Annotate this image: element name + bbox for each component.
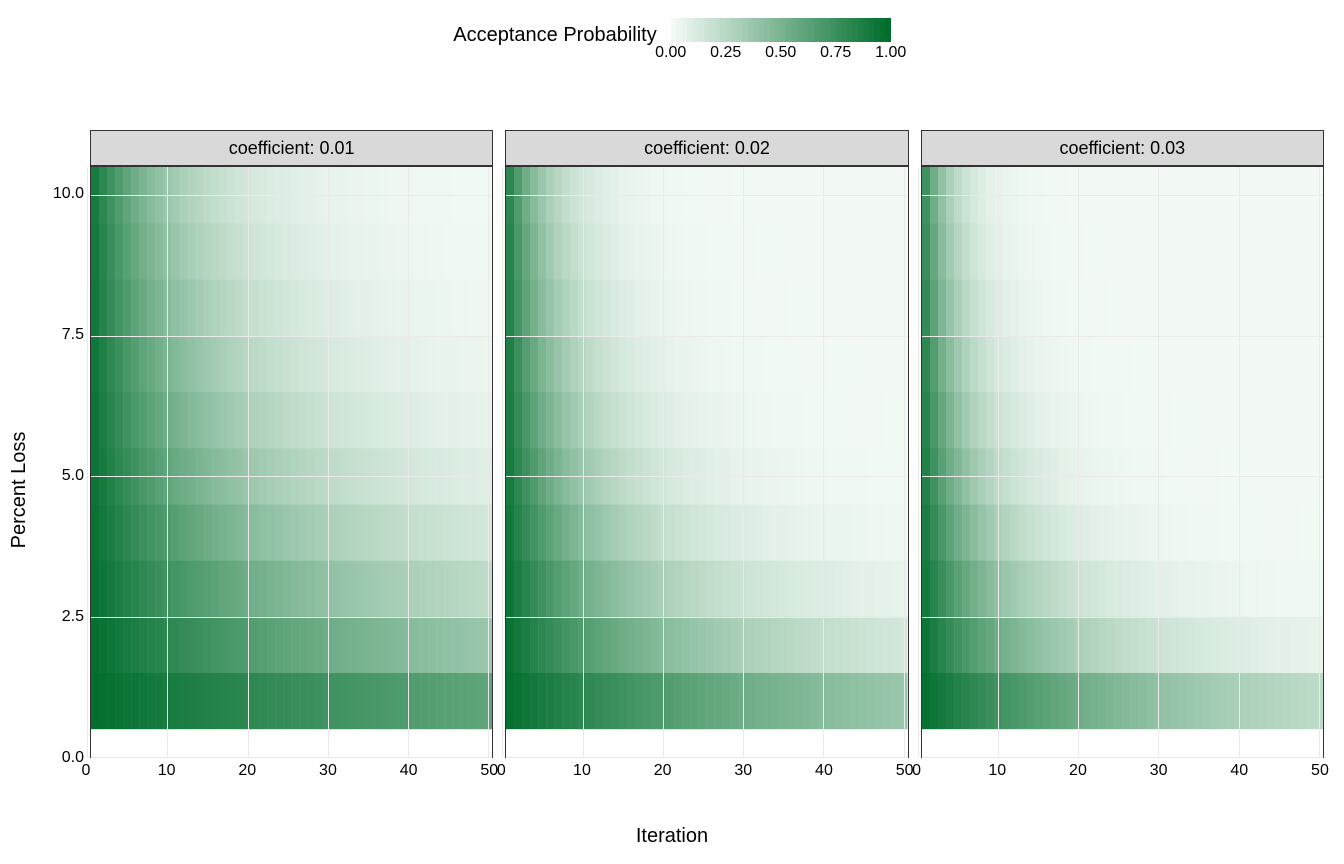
x-tick: 40: [815, 762, 833, 780]
x-axis-ticks: 01020304050: [90, 758, 493, 786]
facet-panels: coefficient: 0.01 0 10 20 30 40 50 coefficient:…: [90, 130, 1324, 786]
x-tick: 0: [912, 762, 921, 780]
facet-strip: coefficient: 0.01: [90, 130, 493, 166]
x-tick: 30: [734, 762, 752, 780]
heatmap-plot: [90, 166, 493, 758]
facet-strip: coefficient: 0.02: [505, 130, 908, 166]
x-tick: 10: [988, 762, 1006, 780]
x-tick: 20: [238, 762, 256, 780]
x-tick: 20: [654, 762, 672, 780]
x-axis-label: Iteration: [0, 825, 1344, 848]
facet-panel: coefficient: 0.0201020304050: [505, 130, 908, 786]
colorbar-gradient: [671, 18, 891, 42]
colorbar-tick: 0.50: [765, 44, 796, 62]
facet-panel: coefficient: 0.0301020304050: [921, 130, 1324, 786]
colorbar: 0.000.250.500.751.00: [671, 18, 891, 66]
x-axis-ticks: 01020304050: [505, 758, 908, 786]
y-tick: 10.0: [53, 185, 84, 203]
x-tick: 40: [1230, 762, 1248, 780]
facet-panel: coefficient: 0.0101020304050: [90, 130, 493, 786]
legend-inner: Acceptance Probability 0.000.250.500.751…: [453, 18, 890, 66]
colorbar-ticks: 0.000.250.500.751.00: [671, 42, 891, 66]
facet-strip: coefficient: 0.03: [921, 130, 1324, 166]
colorbar-tick: 0.00: [655, 44, 686, 62]
legend: Acceptance Probability 0.00 0.25 0.50 0.75 1…: [0, 18, 1344, 98]
colorbar-tick: 0.25: [710, 44, 741, 62]
y-axis-label: Percent Loss: [8, 432, 31, 549]
chart-area: Percent Loss 0.02.55.07.510.0 coefficien…: [0, 130, 1344, 850]
colorbar-tick: 1.00: [875, 44, 906, 62]
heatmap-plot: [921, 166, 1324, 758]
x-tick: 30: [319, 762, 337, 780]
x-tick: 10: [158, 762, 176, 780]
x-tick: 0: [82, 762, 91, 780]
y-tick: 7.5: [62, 326, 84, 344]
x-tick: 50: [896, 762, 914, 780]
x-tick: 50: [1311, 762, 1329, 780]
legend-title: Acceptance Probability: [453, 18, 656, 47]
x-tick: 0: [497, 762, 506, 780]
x-tick: 20: [1069, 762, 1087, 780]
x-tick: 50: [480, 762, 498, 780]
heatmap-plot: [505, 166, 908, 758]
x-tick: 30: [1150, 762, 1168, 780]
y-axis-ticks: 0.02.55.07.510.0: [50, 166, 90, 758]
x-tick: 10: [573, 762, 591, 780]
x-axis-ticks: 01020304050: [921, 758, 1324, 786]
colorbar-tick: 0.75: [820, 44, 851, 62]
y-tick: 5.0: [62, 467, 84, 485]
y-tick: 2.5: [62, 608, 84, 626]
x-tick: 40: [400, 762, 418, 780]
